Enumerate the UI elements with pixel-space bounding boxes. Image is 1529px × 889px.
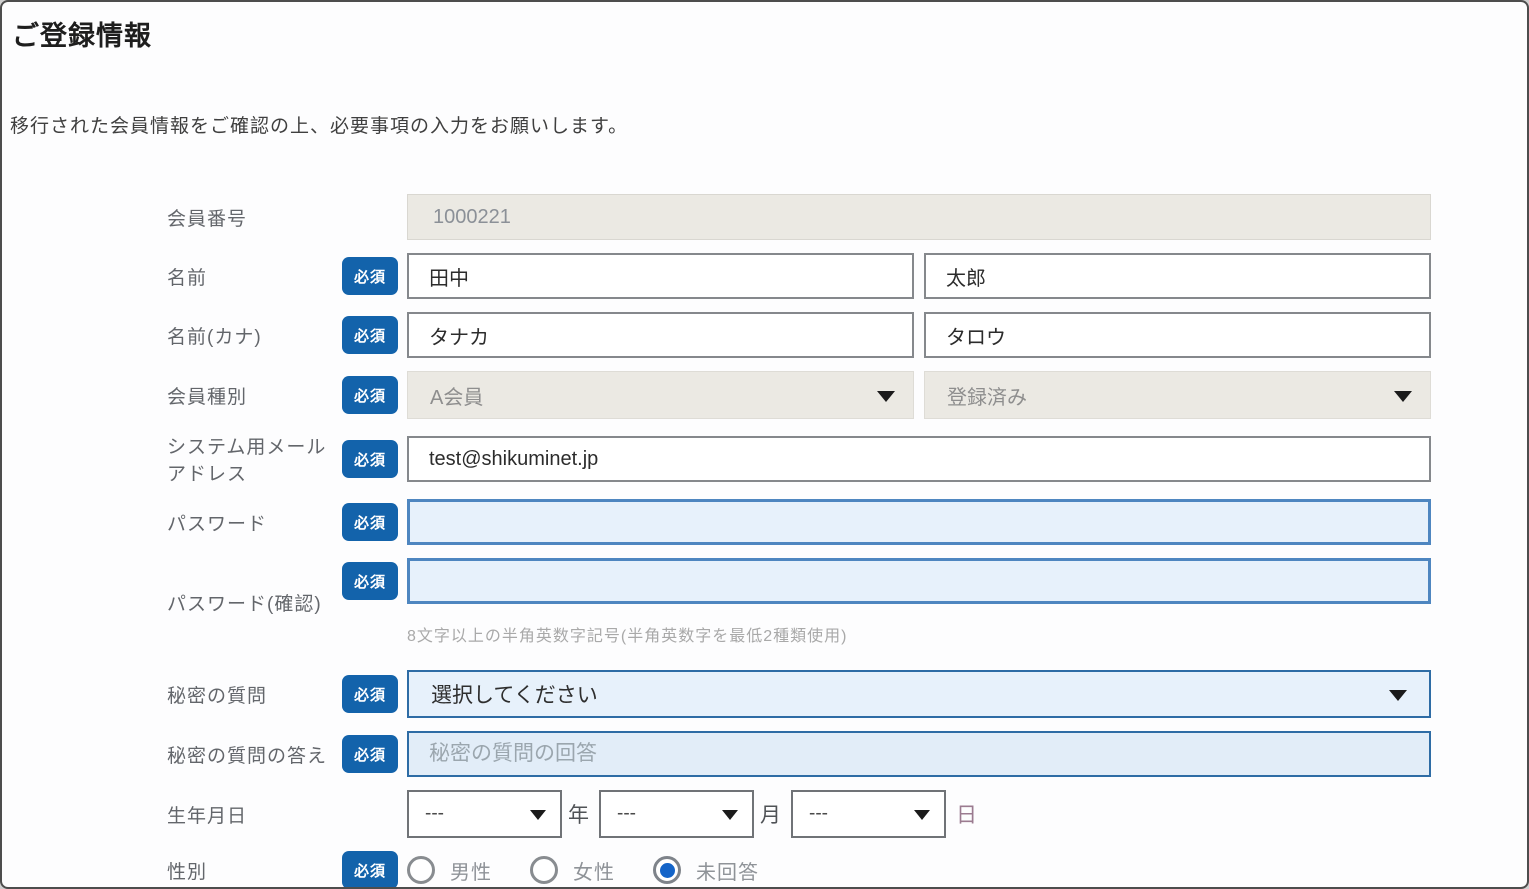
password-confirm-label: パスワード(確認): [2, 589, 342, 616]
day-unit-label: 日: [956, 799, 977, 829]
member-number-field: [407, 194, 1431, 240]
member-status-select: 登録済み: [924, 371, 1431, 419]
secret-answer-label: 秘密の質問の答え: [2, 741, 342, 768]
required-badge: 必須: [342, 376, 398, 414]
chevron-down-icon: [1394, 391, 1412, 402]
secret-question-value: 選択してください: [431, 679, 598, 709]
gender-row: 性別 必須 男性 女性 未回答: [2, 851, 1527, 889]
password-confirm-row: パスワード(確認) 必須 8文字以上の半角英数字記号(半角英数字を最低2種類使用…: [2, 558, 1527, 646]
chevron-down-icon: [1389, 690, 1407, 701]
email-label: システム用メールアドレス: [2, 432, 342, 486]
required-badge: 必須: [342, 851, 398, 889]
secret-question-select[interactable]: 選択してください: [407, 670, 1431, 718]
member-status-value: 登録済み: [947, 381, 1027, 410]
gender-option-label: 女性: [573, 856, 615, 885]
gender-option-female[interactable]: 女性: [530, 856, 615, 885]
chevron-down-icon: [914, 810, 930, 820]
required-badge: 必須: [342, 562, 398, 600]
gender-option-unanswered[interactable]: 未回答: [653, 856, 759, 885]
secret-answer-row: 秘密の質問の答え 必須: [2, 731, 1527, 777]
birth-day-select[interactable]: ---: [791, 790, 946, 838]
password-row: パスワード 必須: [2, 499, 1527, 545]
required-badge: 必須: [342, 257, 398, 295]
name-row: 名前 必須: [2, 253, 1527, 299]
radio-icon: [407, 856, 435, 884]
last-name-kana-field[interactable]: [407, 312, 914, 358]
secret-question-row: 秘密の質問 必須 選択してください: [2, 670, 1527, 718]
registration-form: 会員番号 名前 必須 名前(カナ) 必須 会員種別: [2, 194, 1527, 889]
birth-year-value: ---: [425, 803, 444, 825]
name-label: 名前: [2, 263, 342, 290]
gender-option-label: 男性: [450, 856, 492, 885]
name-kana-label: 名前(カナ): [2, 322, 342, 349]
chevron-down-icon: [722, 810, 738, 820]
birth-month-value: ---: [617, 803, 636, 825]
secret-question-label: 秘密の質問: [2, 681, 342, 708]
required-badge: 必須: [342, 316, 398, 354]
member-type-label: 会員種別: [2, 382, 342, 409]
member-type-select: A会員: [407, 371, 914, 419]
secret-answer-field[interactable]: [407, 731, 1431, 777]
page-title: ご登録情報: [2, 2, 1527, 53]
email-field[interactable]: [407, 436, 1431, 482]
radio-icon: [653, 856, 681, 884]
gender-radio-group: 男性 女性 未回答: [407, 856, 1431, 885]
chevron-down-icon: [530, 810, 546, 820]
year-unit-label: 年: [568, 799, 589, 829]
name-kana-row: 名前(カナ) 必須: [2, 312, 1527, 358]
gender-label: 性別: [2, 857, 342, 884]
password-hint: 8文字以上の半角英数字記号(半角英数字を最低2種類使用): [407, 622, 1431, 646]
page-description: 移行された会員情報をご確認の上、必要事項の入力をお願いします。: [2, 111, 1527, 138]
last-name-field[interactable]: [407, 253, 914, 299]
member-type-value: A会員: [430, 381, 483, 410]
password-confirm-field[interactable]: [407, 558, 1431, 604]
registration-page: ご登録情報 移行された会員情報をご確認の上、必要事項の入力をお願いします。 会員…: [0, 0, 1529, 889]
month-unit-label: 月: [760, 799, 781, 829]
member-type-row: 会員種別 必須 A会員 登録済み: [2, 371, 1527, 419]
gender-option-label: 未回答: [696, 856, 759, 885]
required-badge: 必須: [342, 735, 398, 773]
radio-icon: [530, 856, 558, 884]
password-field[interactable]: [407, 499, 1431, 545]
required-badge: 必須: [342, 440, 398, 478]
birthdate-row: 生年月日 --- 年 --- 月 --- 日: [2, 790, 1527, 838]
member-number-row: 会員番号: [2, 194, 1527, 240]
member-number-label: 会員番号: [2, 204, 342, 231]
birth-day-value: ---: [809, 803, 828, 825]
required-badge: 必須: [342, 503, 398, 541]
first-name-field[interactable]: [924, 253, 1431, 299]
required-badge: 必須: [342, 675, 398, 713]
birth-month-select[interactable]: ---: [599, 790, 754, 838]
password-label: パスワード: [2, 509, 342, 536]
first-name-kana-field[interactable]: [924, 312, 1431, 358]
chevron-down-icon: [877, 391, 895, 402]
gender-option-male[interactable]: 男性: [407, 856, 492, 885]
email-row: システム用メールアドレス 必須: [2, 432, 1527, 486]
birth-year-select[interactable]: ---: [407, 790, 562, 838]
birthdate-label: 生年月日: [2, 801, 342, 828]
